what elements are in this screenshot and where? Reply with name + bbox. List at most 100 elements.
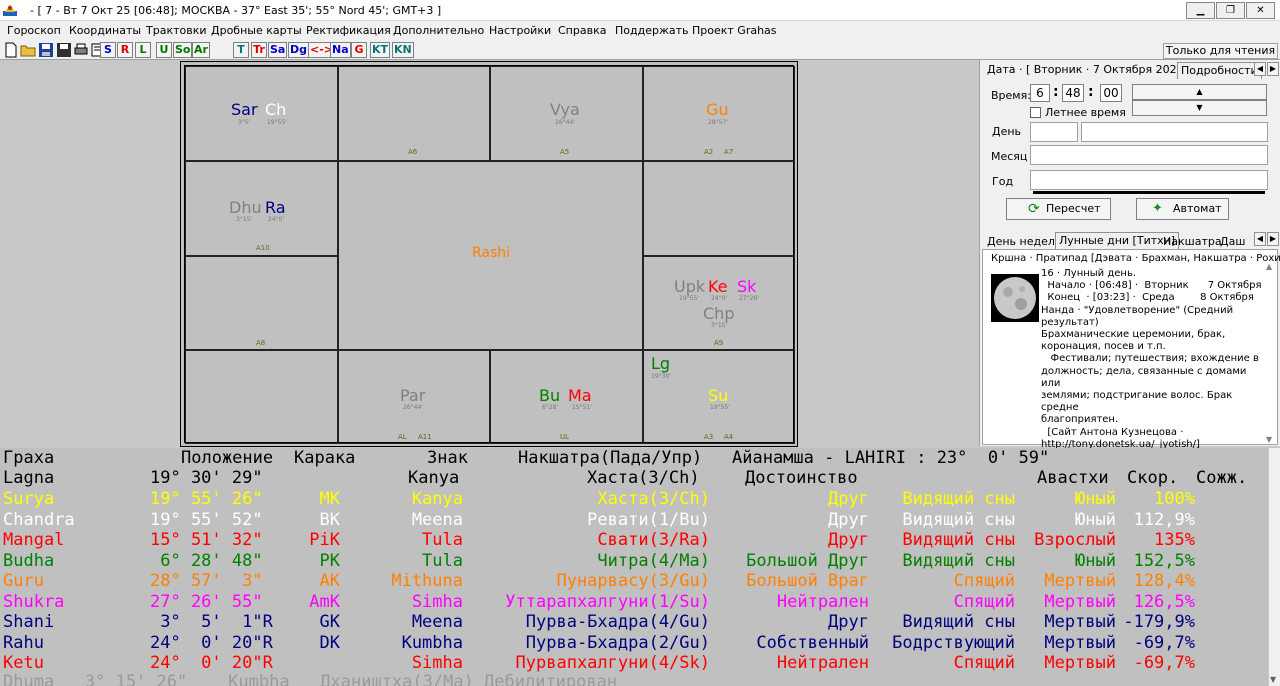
new-file-icon[interactable]: [3, 42, 19, 58]
cell-nak: Пунарвасу(3/Gu): [556, 571, 710, 591]
year-slider[interactable]: [1030, 170, 1268, 190]
table-row[interactable]: Guru 28° 57' 3" AK Mithuna Пунарвасу(3/Gu) Б…: [0, 571, 1268, 591]
tab-scroll-left-button[interactable]: ◀: [1254, 62, 1266, 76]
cell-age: Мертвый: [1044, 632, 1116, 653]
house-cell[interactable]: Par 26°44' AL A11: [338, 350, 490, 444]
house-cell[interactable]: Dhu 3°15' Ra 24°0' A10: [185, 161, 338, 256]
menu-help[interactable]: Справка: [558, 24, 606, 37]
cell-dignity: Друг: [828, 530, 869, 550]
col-header-speed: Скор.: [1127, 468, 1179, 488]
tb-btn-u-label: U: [159, 43, 169, 56]
tb-btn-kt-label: KT: [372, 43, 389, 56]
house-cell[interactable]: Upk 19°55' Ke 24°0' Sk 27°26' Chp 3°15' …: [643, 256, 795, 350]
lagna-row[interactable]: Lagna 19° 30' 29" Kanya Хаста(3/Ch) Дост…: [0, 468, 1268, 488]
minute-input[interactable]: 48: [1062, 84, 1084, 102]
house-cell[interactable]: Bu 6°28' Ma 15°51' UL: [490, 350, 643, 444]
planet-deg: 3°5': [238, 119, 251, 126]
aspect-label: A4: [724, 433, 734, 441]
table-row[interactable]: Mangal 15° 51' 32" PiK Tula Свати(3/Ra) Друг…: [0, 530, 1268, 550]
house-cell[interactable]: Lg 19°30' Su 19°55' A3 A4: [643, 350, 795, 444]
hour-input[interactable]: 6: [1030, 84, 1050, 102]
time-separator: :: [1053, 84, 1059, 100]
house-cell[interactable]: Vya 26°44' A5: [490, 66, 643, 161]
tb-btn-dg[interactable]: Dg: [288, 42, 310, 58]
tb-btn-s[interactable]: S: [100, 42, 116, 58]
cell-karaka: AmK: [309, 591, 340, 612]
recalc-button[interactable]: ⟳ Пересчет: [1006, 198, 1111, 220]
house-cell[interactable]: Sar 3°5' Ch 19°55': [185, 66, 338, 161]
house-cell[interactable]: [643, 161, 795, 256]
table-row[interactable]: Ketu 24° 0' 20"R Simha Пурвапхалгуни(4/Sk) Н…: [0, 653, 1268, 673]
tb-btn-na[interactable]: Na: [330, 42, 351, 58]
cell-speed: 112,9%: [1133, 509, 1195, 530]
tb-btn-t[interactable]: T: [233, 42, 249, 58]
cell-age: Мертвый: [1044, 653, 1116, 673]
house-cell[interactable]: [185, 350, 338, 444]
table-row[interactable]: Chandra 19° 55' 52" BK Meena Ревати(1/Bu) Др…: [0, 510, 1268, 530]
tb-btn-dg-label: Dg: [290, 43, 308, 56]
tb-btn-ar[interactable]: Ar: [192, 42, 210, 58]
readonly-toggle[interactable]: Только для чтения: [1163, 43, 1278, 59]
menu-coordinates[interactable]: Координаты: [69, 24, 141, 37]
table-row[interactable]: Shani 3° 5' 1"R GK Meena Пурва-Бхадра(4/Gu)…: [0, 612, 1268, 632]
house-cell[interactable]: A8: [185, 256, 338, 350]
table-scrollbar[interactable]: ▼: [1268, 448, 1280, 686]
dst-checkbox[interactable]: [1030, 107, 1041, 118]
restore-button[interactable]: ❐: [1216, 2, 1245, 19]
menu-settings[interactable]: Настройки: [489, 24, 551, 37]
tb-btn-kn[interactable]: KN: [392, 42, 414, 58]
tb-btn-so[interactable]: So: [173, 42, 193, 58]
planet-deg: 6°28': [542, 404, 559, 411]
planet-deg: 28°57': [708, 119, 728, 126]
print-icon[interactable]: [73, 42, 89, 58]
day-field[interactable]: [1030, 122, 1078, 142]
tb-btn-sa[interactable]: Sa: [268, 42, 288, 58]
menu-support[interactable]: Поддержать Проект Grahas: [615, 24, 777, 37]
partial-row-text: Dhuma 3° 15' 26" Kumbha Дхаништха(3/Ma) …: [3, 672, 618, 686]
house-cell[interactable]: A6: [338, 66, 490, 161]
close-icon: ✕: [1256, 5, 1265, 16]
col-header-sign: Знак: [427, 448, 468, 468]
planet-deg: 24°0': [711, 295, 728, 302]
time-up-button[interactable]: ▲: [1132, 84, 1267, 100]
restore-icon: ❐: [1226, 5, 1235, 16]
menu-rectification[interactable]: Ректификация: [306, 24, 391, 37]
tb-btn-l-label: L: [139, 43, 147, 56]
partial-row: Dhuma 3° 15' 26" Kumbha Дхаништха(3/Ma) …: [0, 672, 1268, 686]
tb-btn-u[interactable]: U: [156, 42, 172, 58]
table-row[interactable]: Rahu 24° 0' 20"R DK Kumbha Пурва-Бхадра(2/Gu…: [0, 633, 1268, 653]
table-row[interactable]: Budha 6° 28' 48" PK Tula Читра(4/Ma) Большо…: [0, 551, 1268, 571]
menu-additional[interactable]: Дополнительно: [393, 24, 484, 37]
month-slider[interactable]: [1030, 145, 1268, 165]
tab-date[interactable]: Дата · [ Вторник · 7 Октября 2025 ]: [984, 62, 1194, 79]
table-row[interactable]: Shukra 27° 26' 55" AmK Simha Уттарапхалгуни…: [0, 592, 1268, 612]
lunar-scrollbar[interactable]: ▲ ▼: [1266, 262, 1277, 444]
menu-interpretations[interactable]: Трактовки: [146, 24, 207, 37]
tb-btn-g[interactable]: G: [351, 42, 367, 58]
cell-pos: 24° 0' 20"R: [150, 632, 273, 653]
house-cell[interactable]: Gu 28°57' A2 A7: [643, 66, 795, 161]
tab2-scroll-right-button[interactable]: ▶: [1267, 232, 1279, 246]
scroll-down-icon: ▼: [1270, 675, 1277, 684]
minimize-button[interactable]: ▁: [1186, 2, 1215, 19]
tab-scroll-right-button[interactable]: ▶: [1267, 62, 1279, 76]
time-down-button[interactable]: ▼: [1132, 100, 1267, 116]
tab2-scroll-left-button[interactable]: ◀: [1254, 232, 1266, 246]
cell-nak: Ревати(1/Bu): [587, 509, 710, 530]
save-as-icon[interactable]: [56, 42, 72, 58]
open-folder-icon[interactable]: [20, 42, 36, 58]
auto-button[interactable]: ✦ Автомат: [1136, 198, 1229, 220]
tb-btn-tr[interactable]: Tr: [251, 42, 267, 58]
arrow-down-icon: ▼: [1196, 103, 1203, 112]
close-button[interactable]: ✕: [1246, 2, 1275, 19]
menu-divisional-charts[interactable]: Дробные карты: [211, 24, 302, 37]
tb-btn-kt[interactable]: KT: [370, 42, 391, 58]
menu-horoscope[interactable]: Гороскоп: [7, 24, 61, 37]
tb-btn-r[interactable]: R: [117, 42, 133, 58]
tab-details[interactable]: Подробности: [1177, 62, 1262, 79]
second-input[interactable]: 00: [1100, 84, 1122, 102]
save-icon[interactable]: [38, 42, 54, 58]
day-slider[interactable]: [1081, 122, 1268, 142]
table-row[interactable]: Surya 19° 55' 26" MK Kanya Хаста(3/Ch) Друг В…: [0, 489, 1268, 509]
tb-btn-l[interactable]: L: [135, 42, 151, 58]
